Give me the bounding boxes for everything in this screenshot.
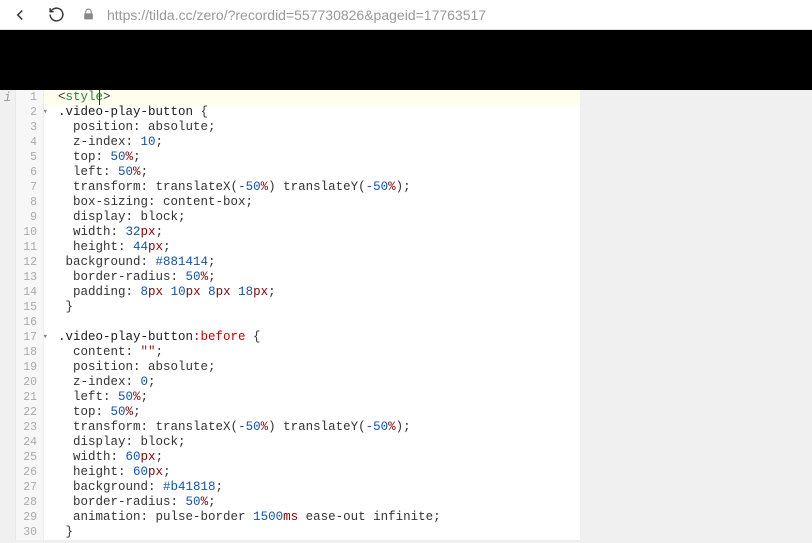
line-number: 29 [16,510,37,525]
back-button[interactable] [6,3,34,27]
line-number: 18 [16,345,37,360]
line-number: 19 [16,360,37,375]
line-number: 16 [16,315,37,330]
line-number: 23 [16,420,37,435]
line-number: 28 [16,495,37,510]
browser-toolbar: https://tilda.cc/zero/?recordid=55773082… [0,0,812,30]
line-number: 2 [16,105,37,120]
info-icon: i [0,91,15,106]
line-number: 30 [16,525,37,540]
line-number: 27 [16,480,37,495]
line-number: 7 [16,180,37,195]
url-bar[interactable]: https://tilda.cc/zero/?recordid=55773082… [103,5,806,25]
line-number: 15 [16,300,37,315]
line-number: 3 [16,120,37,135]
header-black-bar [0,30,812,90]
lock-icon [82,8,95,21]
line-number: 25 [16,450,37,465]
line-number: 12 [16,255,37,270]
reload-button[interactable] [42,3,70,27]
line-number: 9 [16,210,37,225]
gutter-info-column: i [0,90,16,540]
line-number: 10 [16,225,37,240]
line-number: 20 [16,375,37,390]
line-number: 4 [16,135,37,150]
line-number: 13 [16,270,37,285]
line-number-gutter: 1234567891011121314151617181920212223242… [16,90,44,540]
line-number: 5 [16,150,37,165]
line-number: 14 [16,285,37,300]
line-number: 17 [16,330,37,345]
line-number: 1 [16,90,37,105]
line-number: 6 [16,165,37,180]
line-number: 26 [16,465,37,480]
reload-icon [48,6,65,23]
line-number: 22 [16,405,37,420]
line-number: 21 [16,390,37,405]
arrow-left-icon [11,6,29,24]
right-blank-panel [580,90,812,543]
line-number: 8 [16,195,37,210]
line-number: 11 [16,240,37,255]
line-number: 24 [16,435,37,450]
